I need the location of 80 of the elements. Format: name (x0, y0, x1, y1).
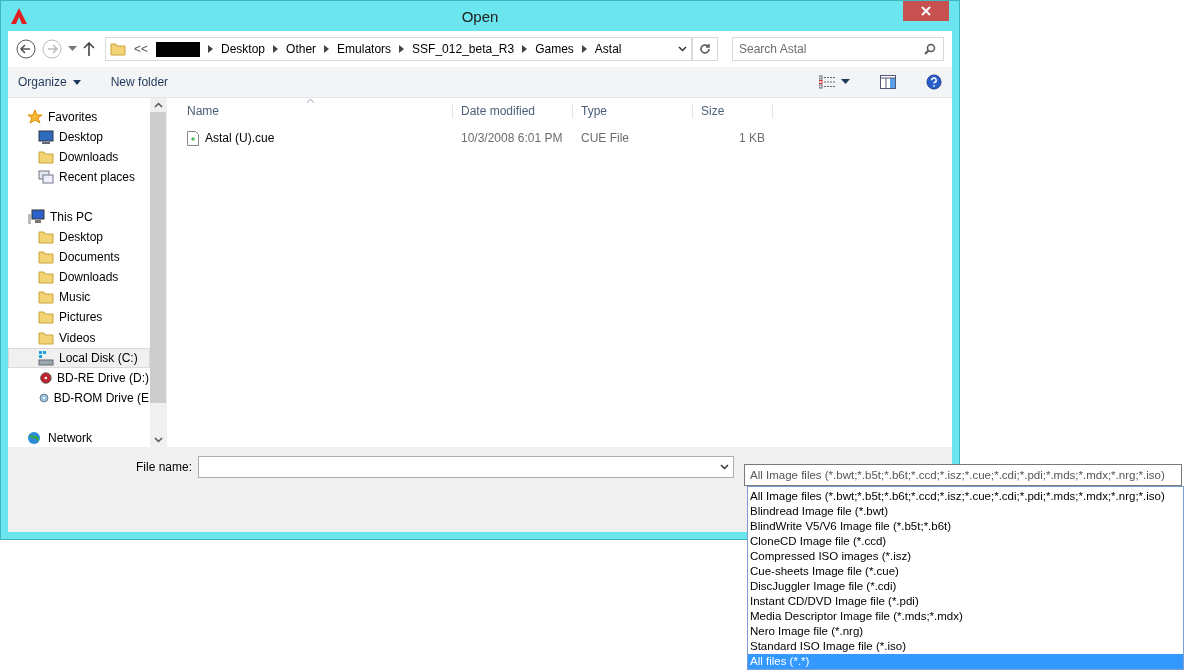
nav-item[interactable]: Downloads (8, 267, 150, 287)
desktop-folder-icon (38, 228, 54, 245)
breadcrumb-arrow-icon (208, 45, 213, 53)
file-name-label: File name: (134, 459, 193, 476)
breadcrumb-arrow-icon (581, 45, 587, 53)
nav-item[interactable]: BD-ROM Drive (E (8, 388, 150, 408)
file-name-field[interactable] (198, 456, 734, 478)
computer-icon (27, 208, 45, 225)
close-icon (921, 6, 931, 16)
overflow-chevron[interactable]: << (134, 42, 148, 56)
file-name-cell[interactable]: Astal (U).cue (179, 130, 453, 146)
nav-group-header[interactable]: This PC (8, 207, 150, 226)
music-folder-icon (38, 289, 54, 306)
nav-item[interactable]: Desktop (8, 127, 150, 147)
refresh-button[interactable] (692, 37, 718, 61)
nav-item[interactable]: Documents (8, 247, 150, 267)
address-bar[interactable]: << Desktop Other Emulators SSF_012_beta_R3 Games Astal (105, 37, 692, 61)
window-title: Open (461, 7, 499, 25)
breadcrumb-arrow-icon (273, 45, 279, 53)
help-button[interactable] (926, 74, 942, 90)
nav-item[interactable]: BD-RE Drive (D:) (8, 368, 150, 388)
caret-icon (72, 79, 81, 85)
recent-places-icon (38, 169, 54, 186)
breadcrumb-arrow-icon (522, 45, 528, 53)
monitor-icon (38, 128, 54, 145)
nav-group-header[interactable]: Network (8, 429, 150, 447)
column-header[interactable]: Size (693, 104, 773, 118)
address-dropdown-icon (678, 46, 687, 52)
dropdown-caret-icon (720, 464, 729, 470)
organize-menu-button[interactable]: Organize (18, 75, 81, 89)
breadcrumb-item[interactable]: Other (286, 42, 317, 56)
breadcrumb-item[interactable]: Games (535, 42, 574, 56)
nav-item[interactable]: Music (8, 287, 150, 307)
type-cell-text: CUE File (580, 131, 630, 145)
nav-item[interactable]: Local Disk (C:) (8, 348, 150, 368)
search-field[interactable]: Search Astal (732, 37, 944, 61)
column-header[interactable]: Date modified (453, 104, 573, 118)
star-icon (27, 109, 43, 126)
file-type-combo[interactable]: All Image files (*.bwt;*.b5t;*.b6t;*.ccd;*.isz;*.cue;*.cdi;*.pdi;*.mds;*.mdx;*.nrg;*.iso) (744, 464, 1182, 486)
globe-icon (27, 430, 43, 447)
nav-item[interactable]: Downloads (8, 147, 150, 167)
drive-icon (38, 349, 54, 366)
download-folder-icon (38, 148, 54, 165)
breadcrumb-arrow-icon (399, 45, 405, 53)
breadcrumb-arrow-icon (324, 45, 330, 53)
scrollbar-thumb[interactable] (150, 112, 166, 403)
videos-folder-icon (38, 329, 54, 346)
documents-folder-icon (38, 248, 54, 265)
help-icon (926, 74, 942, 90)
date-cell-text: 10/3/2008 6:01 PM (460, 131, 564, 145)
back-button[interactable] (16, 39, 36, 59)
breadcrumb-item[interactable]: Astal (594, 42, 622, 56)
file-icon (187, 130, 199, 146)
preview-pane-button[interactable] (880, 75, 896, 89)
search-icon (924, 43, 936, 55)
app-logo-icon (10, 7, 28, 25)
redacted-block (156, 41, 200, 57)
column-header[interactable]: Name (179, 104, 453, 118)
caret-icon (841, 79, 850, 85)
pictures-folder-icon (38, 309, 54, 326)
breadcrumb-item[interactable]: Desktop (221, 42, 266, 56)
folder-icon (110, 41, 126, 57)
recent-locations-button[interactable] (68, 46, 77, 52)
new-folder-button[interactable]: New folder (110, 75, 169, 89)
nav-item[interactable]: Videos (8, 328, 150, 348)
view-options-button[interactable] (819, 75, 850, 89)
refresh-icon (699, 43, 711, 55)
size-cell-text: 1 KB (738, 131, 766, 145)
scrollbar[interactable] (150, 98, 166, 447)
nav-item[interactable]: Desktop (8, 226, 150, 247)
disc-drive-icon (38, 370, 52, 387)
breadcrumb-item[interactable]: SSF_012_beta_R3 (412, 42, 515, 56)
up-button[interactable] (83, 42, 95, 56)
breadcrumb-item[interactable]: Emulators (337, 42, 392, 56)
close-button[interactable] (903, 1, 949, 21)
nav-item[interactable]: Pictures (8, 307, 150, 328)
download-folder-icon (38, 268, 54, 285)
column-header[interactable]: Type (573, 104, 693, 118)
nav-item[interactable]: Recent places (8, 167, 150, 187)
nav-group-header[interactable]: Favorites (8, 108, 150, 127)
